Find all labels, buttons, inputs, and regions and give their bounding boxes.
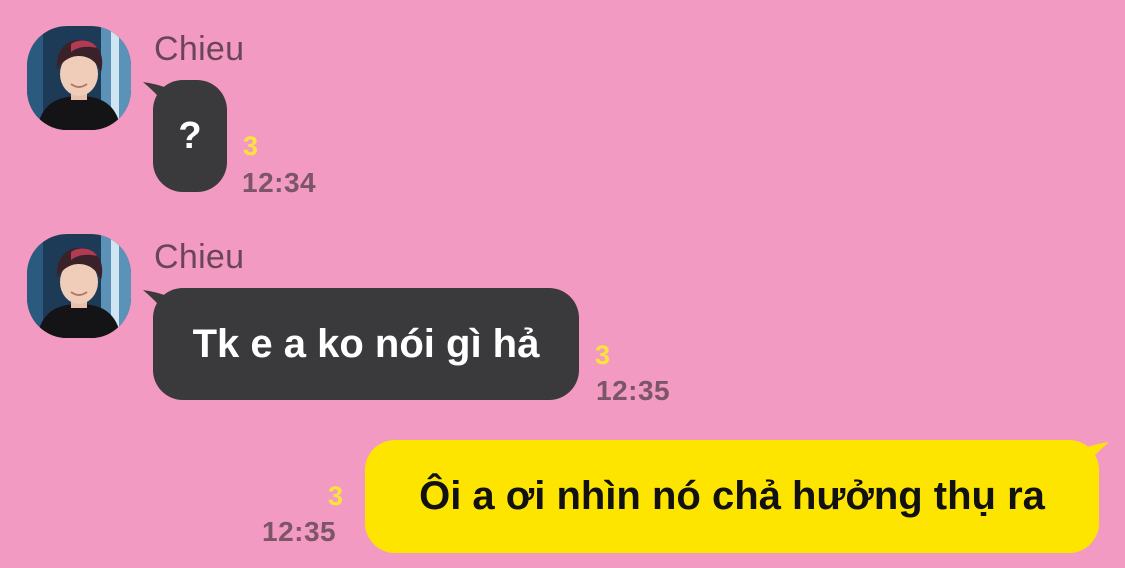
message-time: 12:35 <box>596 375 671 406</box>
message-bubble[interactable]: Tk e a ko nói gì hả <box>153 288 579 400</box>
message-time: 12:35 <box>262 516 337 547</box>
message-bubble[interactable]: ? <box>153 80 227 192</box>
sender-name: Chieu <box>154 30 245 68</box>
unread-count: 3 <box>328 481 344 511</box>
message-time: 12:34 <box>242 167 317 198</box>
profile-photo-icon <box>27 234 131 338</box>
message-text: ? <box>178 114 202 157</box>
sender-name: Chieu <box>154 238 245 276</box>
profile-photo-icon <box>27 26 131 130</box>
sender-avatar[interactable] <box>27 234 131 338</box>
unread-count: 3 <box>243 131 259 161</box>
unread-count: 3 <box>595 340 611 370</box>
bubble-tail <box>1085 442 1109 466</box>
message-bubble[interactable]: Ôi a ơi nhìn nó chả hưởng thụ ra <box>365 440 1099 553</box>
sender-avatar[interactable] <box>27 26 131 130</box>
message-text: Ôi a ơi nhìn nó chả hưởng thụ ra <box>419 474 1045 518</box>
chat-room: Chieu ? 3 12:34 Chieu Tk e a ko nói gì h… <box>0 0 1125 568</box>
message-text: Tk e a ko nói gì hả <box>192 321 540 366</box>
